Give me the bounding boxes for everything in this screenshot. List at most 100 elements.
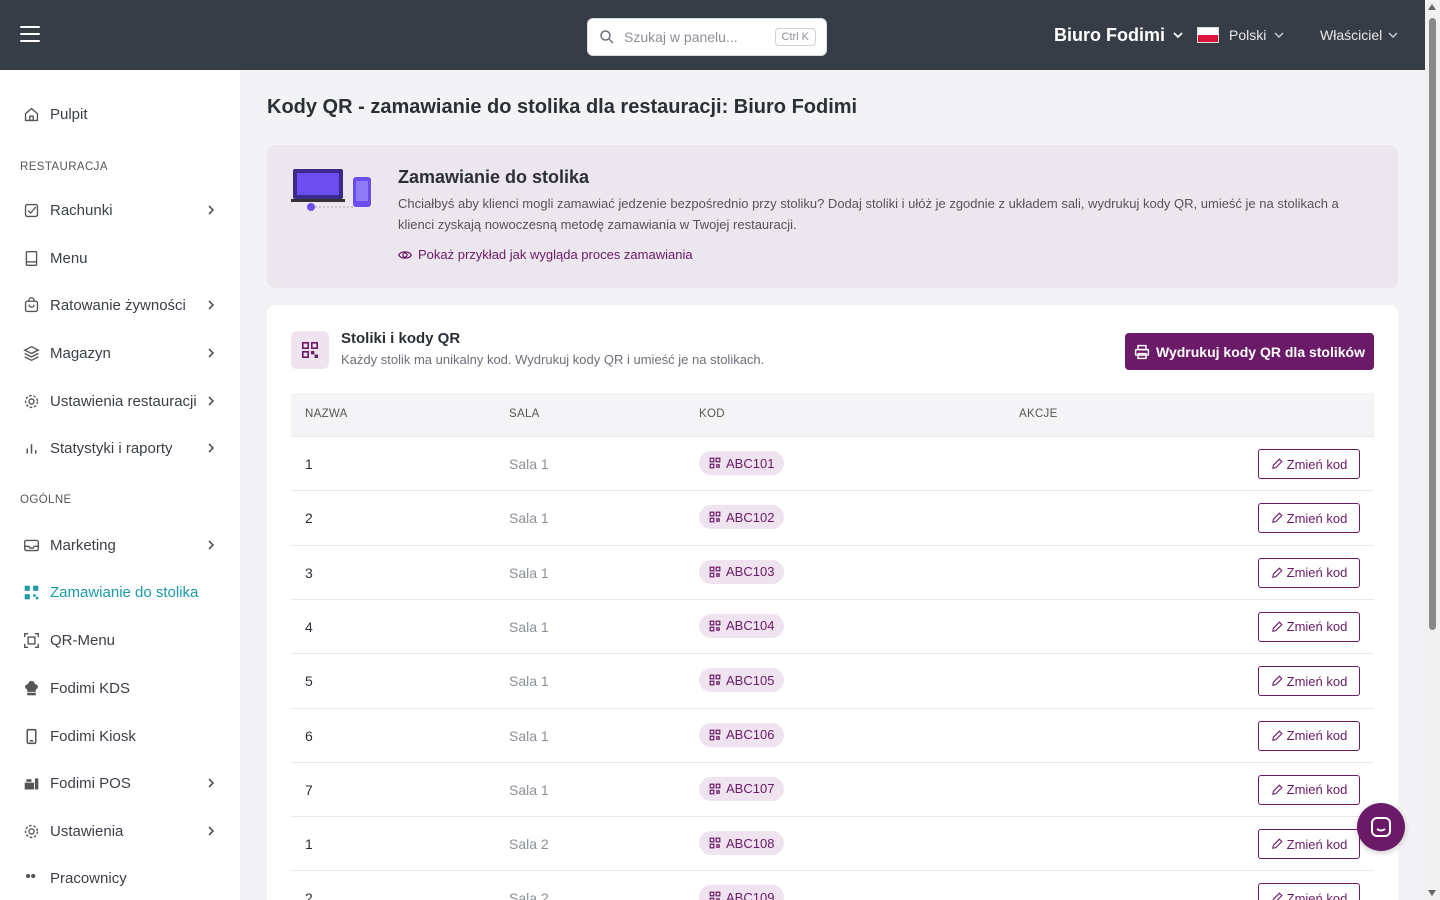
table-name-cell: 4 [305, 618, 313, 635]
page-scrollbar[interactable] [1425, 0, 1440, 900]
change-code-button[interactable]: Zmień kod [1258, 829, 1360, 860]
chevron-right-icon [208, 540, 215, 550]
table-code-value: ABC101 [726, 455, 775, 471]
pencil-icon [1271, 784, 1283, 795]
sidebar-item-rachunki[interactable]: Rachunki [0, 190, 240, 230]
change-code-button[interactable]: Zmień kod [1258, 503, 1360, 534]
search-icon [600, 30, 614, 44]
scroll-up-arrow-icon[interactable] [1428, 4, 1436, 10]
chat-button[interactable] [1357, 803, 1405, 851]
table-code-badge: ABC105 [699, 668, 785, 693]
restaurant-selector[interactable]: Biuro Fodimi [1054, 0, 1183, 70]
change-code-button[interactable]: Zmień kod [1258, 557, 1360, 588]
change-code-button[interactable]: Zmień kod [1258, 720, 1360, 751]
sidebar-item-ratowanie-zywnosci[interactable]: Ratowanie żywności [0, 285, 240, 325]
search-input[interactable] [624, 29, 774, 45]
table-name-cell: 2 [305, 890, 313, 900]
change-code-button[interactable]: Zmień kod [1258, 774, 1360, 805]
table-row: 2 Sala 1 ABC102 Zmień kod [291, 490, 1374, 544]
table-row: 1 Sala 2 ABC108 Zmień kod [291, 816, 1374, 870]
show-example-link[interactable]: Pokaż przykład jak wygląda proces zamawi… [398, 247, 693, 262]
chevron-down-icon [1388, 32, 1398, 39]
sidebar-item-label: Magazyn [50, 344, 111, 362]
table-code-value: ABC102 [726, 509, 775, 525]
print-button-label: Wydrukuj kody QR dla stolików [1156, 343, 1365, 360]
sidebar-item-magazyn[interactable]: Magazyn [0, 333, 240, 373]
chevron-down-icon [1274, 32, 1284, 39]
sidebar-item-menu[interactable]: Menu [0, 238, 240, 278]
table-code-value: ABC103 [726, 564, 775, 580]
card-subheading: Każdy stolik ma unikalny kod. Wydrukuj k… [341, 352, 765, 367]
table-code-badge: ABC107 [699, 776, 785, 801]
table-code-badge: ABC103 [699, 559, 785, 584]
sidebar-item-label: Fodimi POS [50, 774, 131, 792]
table-code-badge: ABC106 [699, 722, 785, 747]
sidebar-item-fodimi-pos[interactable]: Fodimi POS [0, 763, 240, 803]
table-room-cell: Sala 1 [509, 564, 549, 581]
change-code-button[interactable]: Zmień kod [1258, 883, 1360, 900]
table-code-badge: ABC102 [699, 505, 785, 530]
sidebar-item-qr-menu[interactable]: QR-Menu [0, 620, 240, 660]
menu-toggle-icon[interactable] [20, 26, 40, 42]
search-box[interactable]: Ctrl K [587, 18, 827, 56]
change-code-label: Zmień kod [1286, 619, 1348, 635]
sidebar-item-ustawienia-restauracji[interactable]: Ustawienia restauracji [0, 381, 240, 421]
table-name-cell: 7 [305, 781, 313, 798]
chevron-right-icon [208, 300, 215, 310]
book-icon [25, 250, 38, 266]
printer-icon [1134, 344, 1150, 359]
qr-tile-icon [291, 331, 329, 369]
column-header-name: NAZWA [305, 408, 348, 420]
table-code-badge: ABC108 [699, 831, 785, 856]
table-code-value: ABC107 [726, 781, 775, 797]
table-room-cell: Sala 1 [509, 781, 549, 798]
change-code-label: Zmień kod [1286, 836, 1348, 852]
sidebar-item-fodimi-kds[interactable]: Fodimi KDS [0, 668, 240, 708]
qr-scan-icon [24, 632, 39, 648]
print-qr-codes-button[interactable]: Wydrukuj kody QR dla stolików [1125, 333, 1374, 370]
change-code-label: Zmień kod [1286, 510, 1348, 526]
sidebar-item-label: Menu [50, 249, 88, 267]
sidebar-item-statystyki[interactable]: Statystyki i raporty [0, 428, 240, 468]
chat-icon [1371, 817, 1391, 837]
user-menu[interactable]: Właściciel [1320, 0, 1398, 70]
change-code-button[interactable]: Zmień kod [1258, 666, 1360, 697]
table-row: 1 Sala 1 ABC101 Zmień kod [291, 436, 1374, 490]
table-name-cell: 3 [305, 564, 313, 581]
banner-heading: Zamawianie do stolika [398, 167, 590, 187]
scrollbar-thumb[interactable] [1429, 18, 1436, 630]
card-heading: Stoliki i kody QR [341, 330, 461, 347]
kiosk-icon [26, 728, 37, 744]
table-code-value: ABC106 [726, 727, 775, 742]
language-selector[interactable]: Polski [1197, 0, 1284, 70]
table-name-cell: 1 [305, 836, 313, 853]
column-header-actions: AKCJE [1019, 408, 1058, 420]
table-room-cell: Sala 1 [509, 510, 549, 527]
change-code-label: Zmień kod [1286, 456, 1348, 472]
sidebar-item-fodimi-kiosk[interactable]: Fodimi Kiosk [0, 716, 240, 756]
table-name-cell: 5 [305, 673, 313, 690]
sidebar-item-label: Ratowanie żywności [50, 296, 186, 314]
sidebar-item-label: QR-Menu [50, 631, 116, 649]
change-code-button[interactable]: Zmień kod [1258, 611, 1360, 642]
restaurant-name: Biuro Fodimi [1054, 24, 1165, 45]
sidebar-item-marketing[interactable]: Marketing [0, 525, 240, 565]
change-code-button[interactable]: Zmień kod [1258, 449, 1360, 479]
gear-icon [24, 824, 39, 838]
table-room-cell: Sala 1 [509, 727, 549, 744]
sidebar-item-pulpit[interactable]: Pulpit [0, 94, 240, 134]
sidebar-item-label: Pulpit [50, 105, 88, 123]
change-code-label: Zmień kod [1286, 728, 1348, 743]
chef-hat-icon [25, 680, 38, 695]
chevron-right-icon [208, 396, 215, 406]
sidebar-item-label: Marketing [50, 536, 116, 554]
layers-icon [23, 345, 40, 361]
sidebar-item-ustawienia[interactable]: Ustawienia [0, 811, 240, 851]
sidebar-item-zamawianie-do-stolika[interactable]: Zamawianie do stolika [0, 572, 240, 612]
page-title: Kody QR - zamawianie do stolika dla rest… [267, 96, 858, 118]
table-code-value: ABC108 [726, 835, 775, 851]
sidebar-item-pracownicy[interactable]: Pracownicy [0, 858, 240, 898]
poland-flag-icon [1197, 27, 1219, 43]
qr-icon [709, 511, 721, 523]
scroll-down-arrow-icon[interactable] [1428, 890, 1436, 896]
